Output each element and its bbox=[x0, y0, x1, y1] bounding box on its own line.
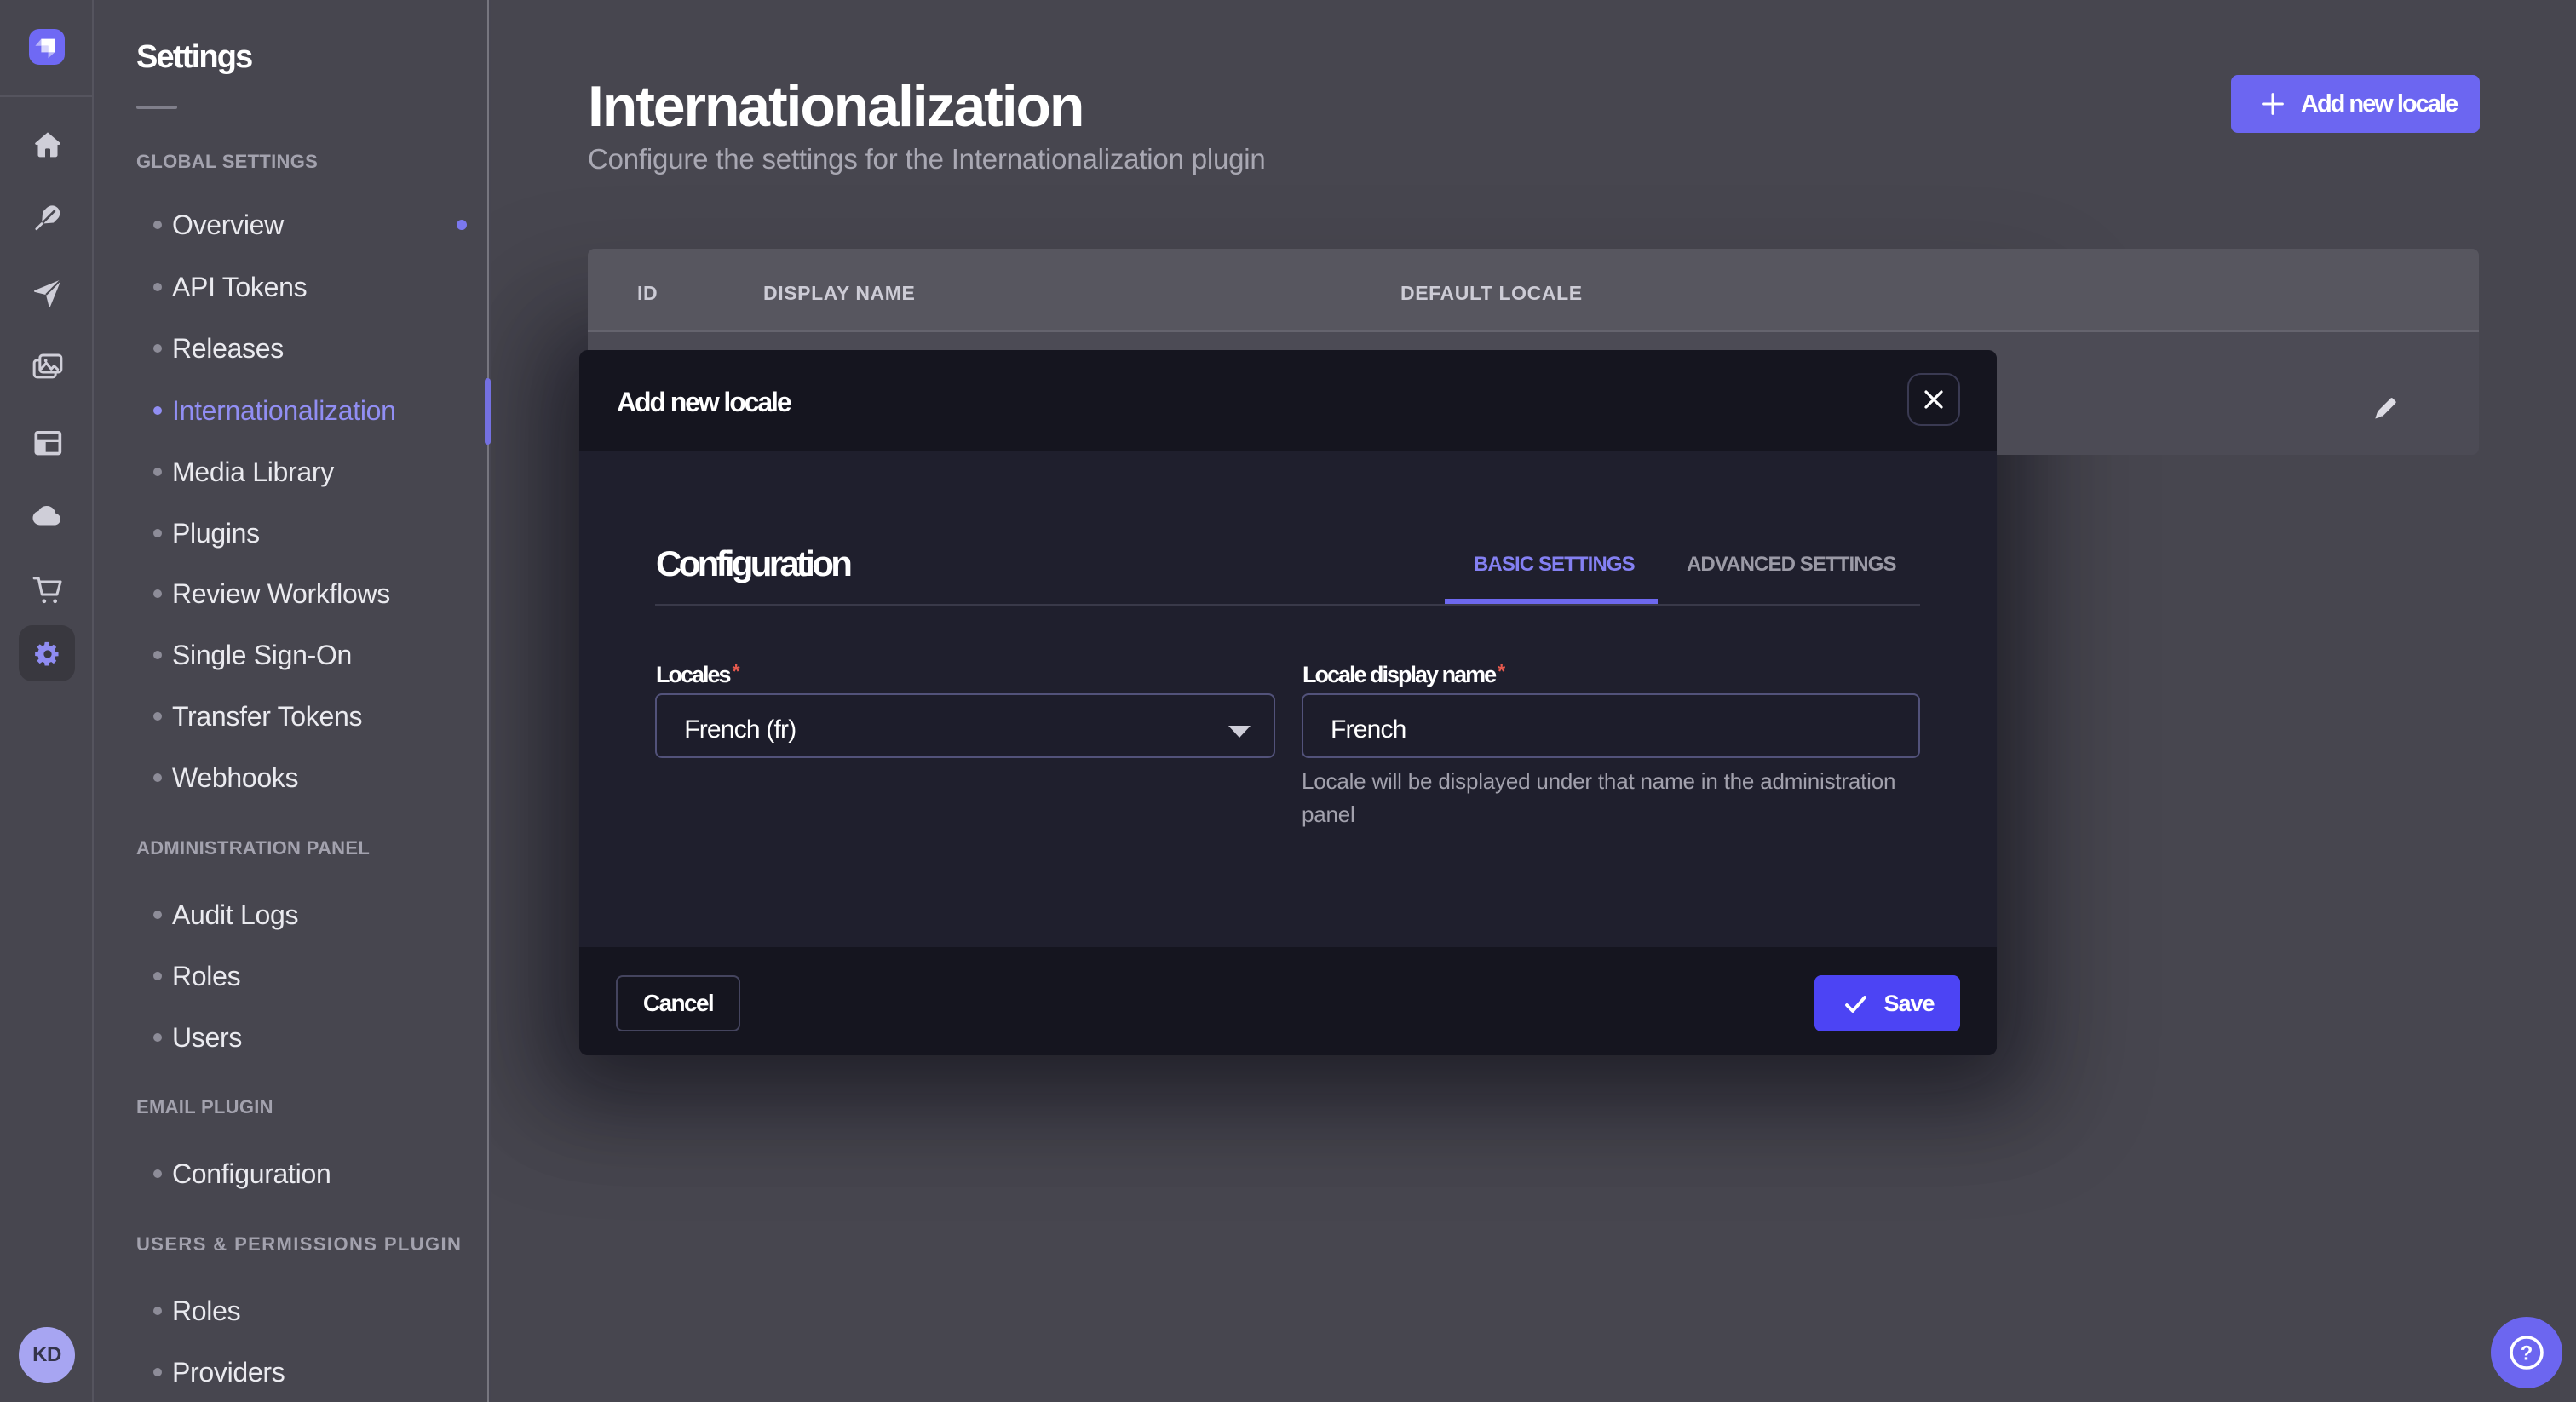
svg-text:?: ? bbox=[2521, 1342, 2533, 1365]
